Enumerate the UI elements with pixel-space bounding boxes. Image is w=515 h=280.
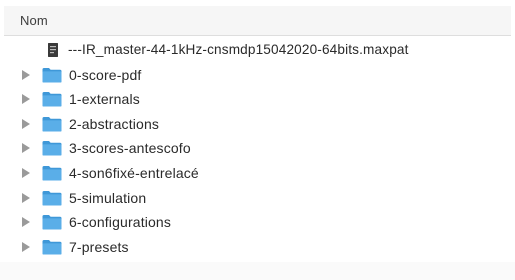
list-item-folder[interactable]: 4-son6fixé-entrelacé	[0, 161, 515, 186]
disclosure-triangle-icon[interactable]	[22, 192, 30, 203]
finder-list-view: Nom ---IR_master-44-1kHz-cnsmdp15042020-…	[0, 0, 515, 280]
folder-name: 6-configurations	[69, 214, 172, 231]
column-header-name[interactable]: Nom	[20, 13, 48, 28]
disclosure-triangle-icon[interactable]	[22, 217, 30, 228]
list-item-folder[interactable]: 1-externals	[0, 87, 515, 112]
list-item-folder[interactable]: 2-abstractions	[0, 112, 515, 137]
folder-icon	[42, 92, 62, 107]
folder-icon	[42, 190, 62, 206]
folder-name: 0-score-pdf	[69, 66, 142, 83]
folder-name: 5-simulation	[69, 189, 147, 206]
folder-icon	[42, 215, 62, 230]
folder-name: 3-scores-antescofo	[69, 140, 191, 157]
disclosure-triangle-icon[interactable]	[22, 69, 30, 80]
folder-name: 7-presets	[69, 238, 129, 255]
file-list: ---IR_master-44-1kHz-cnsmdp15042020-64bi…	[0, 38, 515, 259]
folder-icon	[42, 165, 62, 181]
maxpat-file-icon	[48, 43, 58, 57]
folder-name: 4-son6fixé-entrelacé	[69, 164, 199, 181]
list-background	[0, 262, 515, 280]
disclosure-triangle-icon[interactable]	[22, 167, 30, 178]
folder-name: 2-abstractions	[69, 115, 160, 132]
folder-icon	[42, 141, 62, 156]
disclosure-triangle-icon[interactable]	[22, 143, 30, 154]
list-item-folder[interactable]: 6-configurations	[0, 210, 515, 235]
folder-icon	[42, 67, 62, 83]
list-item-folder[interactable]: 5-simulation	[0, 186, 515, 211]
folder-name: 1-externals	[69, 91, 140, 108]
disclosure-triangle-icon[interactable]	[22, 118, 30, 129]
file-name: ---IR_master-44-1kHz-cnsmdp15042020-64bi…	[68, 42, 409, 57]
column-header[interactable]: Nom	[4, 6, 511, 36]
folder-icon	[42, 239, 62, 255]
list-item-folder[interactable]: 3-scores-antescofo	[0, 136, 515, 161]
folder-icon	[42, 116, 62, 132]
disclosure-triangle-icon[interactable]	[22, 94, 30, 105]
list-item-file[interactable]: ---IR_master-44-1kHz-cnsmdp15042020-64bi…	[0, 38, 515, 63]
list-item-folder[interactable]: 0-score-pdf	[0, 63, 515, 88]
disclosure-triangle-icon[interactable]	[22, 241, 30, 252]
list-item-folder[interactable]: 7-presets	[0, 235, 515, 260]
